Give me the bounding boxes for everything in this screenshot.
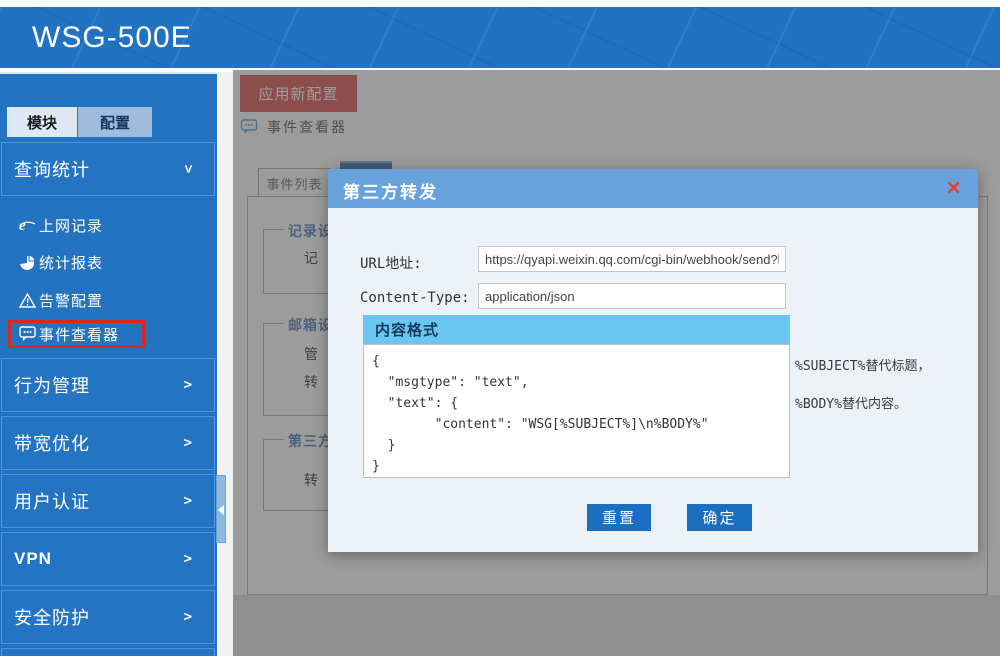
content-format-header: 内容格式: [363, 315, 790, 344]
sidebar: 模块 配置 查询统计 > e 上网记录 统计报表 告警配置 事件查看器 行为管理…: [0, 72, 217, 656]
third-party-forward-dialog: 第三方转发 × URL地址: Content-Type: 内容格式 { "msg…: [328, 169, 978, 552]
chevron-right-icon: >: [184, 551, 192, 567]
chevron-right-icon: >: [184, 609, 192, 625]
subject-placeholder-hint: %SUBJECT%替代标题，: [795, 355, 975, 374]
content-type-label: Content-Type:: [360, 290, 470, 306]
sidebar-item-web-records[interactable]: e 上网记录: [0, 209, 216, 241]
close-icon[interactable]: ×: [945, 175, 962, 199]
dialog-titlebar: 第三方转发 ×: [328, 169, 978, 208]
app-title: WSG-500E: [32, 21, 192, 55]
sidebar-item-alarm-config[interactable]: 告警配置: [0, 284, 216, 316]
sidebar-group-bandwidth[interactable]: 带宽优化 >: [1, 416, 215, 470]
warning-icon: [17, 291, 37, 309]
tab-config[interactable]: 配置: [78, 107, 152, 137]
chevron-down-icon: >: [180, 165, 196, 173]
chevron-right-icon: >: [184, 377, 192, 393]
dialog-title: 第三方转发: [343, 178, 438, 203]
chevron-right-icon: >: [184, 493, 192, 509]
content-format-textarea[interactable]: { "msgtype": "text", "text": { "content"…: [363, 344, 790, 478]
content-type-input[interactable]: [478, 283, 786, 309]
app-header: WSG-500E: [0, 7, 1000, 70]
sidebar-group-behavior-mgmt[interactable]: 行为管理 >: [1, 358, 215, 412]
sidebar-group-query-stats[interactable]: 查询统计 >: [1, 142, 215, 196]
sidebar-group-user-auth[interactable]: 用户认证 >: [1, 474, 215, 528]
collapse-left-arrow-icon: [218, 505, 224, 515]
event-viewer-highlight-box: [8, 320, 145, 348]
reset-button[interactable]: 重置: [587, 504, 651, 531]
sidebar-gutter: [217, 72, 233, 656]
browser-icon: e: [17, 216, 37, 234]
ok-button[interactable]: 确定: [687, 504, 752, 531]
svg-text:e: e: [19, 218, 26, 233]
url-label: URL地址:: [360, 253, 422, 273]
sidebar-tab-strip: 模块 配置: [7, 107, 152, 137]
sidebar-group-security[interactable]: 安全防护 >: [1, 590, 215, 644]
tab-modules[interactable]: 模块: [7, 107, 77, 137]
chevron-right-icon: >: [184, 435, 192, 451]
top-white-strip: [0, 0, 1000, 7]
sidebar-item-statistics-report[interactable]: 统计报表: [0, 246, 216, 278]
sidebar-group-partial[interactable]: [1, 648, 215, 656]
url-input[interactable]: [478, 246, 786, 272]
sidebar-collapse-handle[interactable]: [216, 475, 226, 543]
pie-chart-icon: [17, 253, 37, 271]
sidebar-group-vpn[interactable]: VPN >: [1, 532, 215, 586]
body-placeholder-hint: %BODY%替代内容。: [795, 393, 975, 412]
